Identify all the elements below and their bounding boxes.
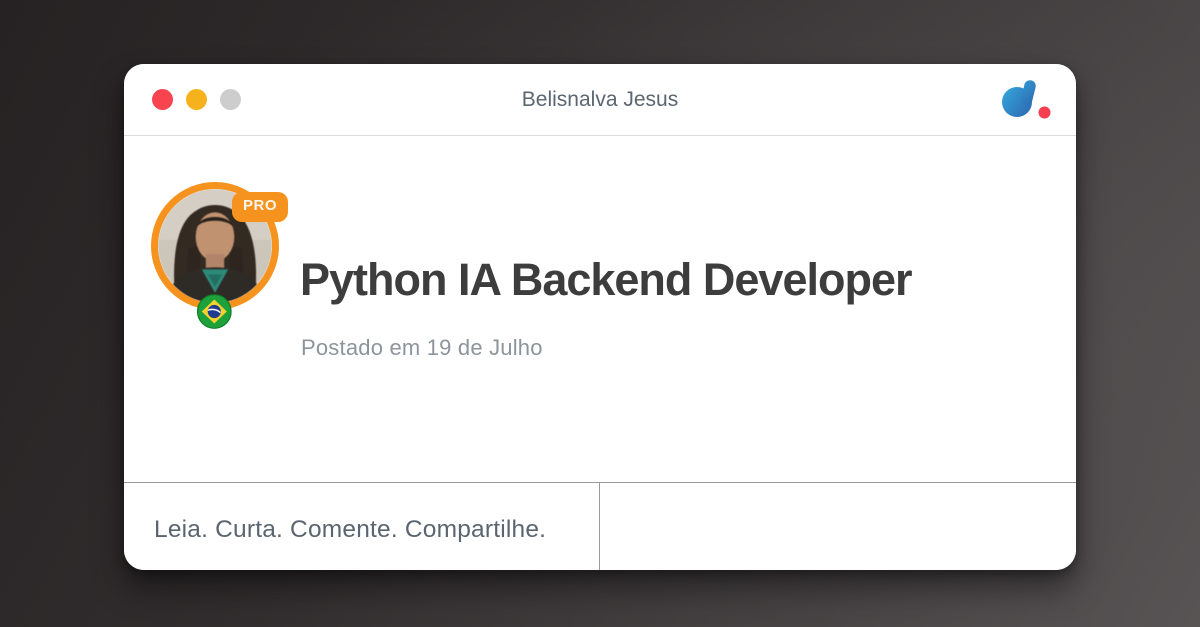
post-content: PRO Python IA Backend Developer Postado … xyxy=(124,136,1076,481)
window-title: Belisnalva Jesus xyxy=(521,87,679,111)
avatar: PRO xyxy=(151,182,286,329)
post-card: Belisnalva Jesus PRO Python IA Backend D… xyxy=(124,64,1076,570)
minimize-button[interactable] xyxy=(186,89,207,110)
post-date: Postado em 19 de Julho xyxy=(301,335,543,360)
window-titlebar: Belisnalva Jesus xyxy=(124,64,1076,136)
footer-cta-text: Leia. Curta. Comente. Compartilhe. xyxy=(154,515,547,543)
footer: Leia. Curta. Comente. Compartilhe. xyxy=(124,482,1076,570)
window-controls xyxy=(152,89,241,110)
dio-logo-icon xyxy=(1000,79,1052,121)
pro-badge: PRO xyxy=(235,195,286,219)
brazil-flag-icon xyxy=(196,294,232,329)
footer-empty-cell xyxy=(600,483,1076,570)
close-button[interactable] xyxy=(152,89,173,110)
post-title: Python IA Backend Developer xyxy=(300,254,913,305)
maximize-button[interactable] xyxy=(220,89,241,110)
footer-cta-cell: Leia. Curta. Comente. Compartilhe. xyxy=(124,483,600,570)
